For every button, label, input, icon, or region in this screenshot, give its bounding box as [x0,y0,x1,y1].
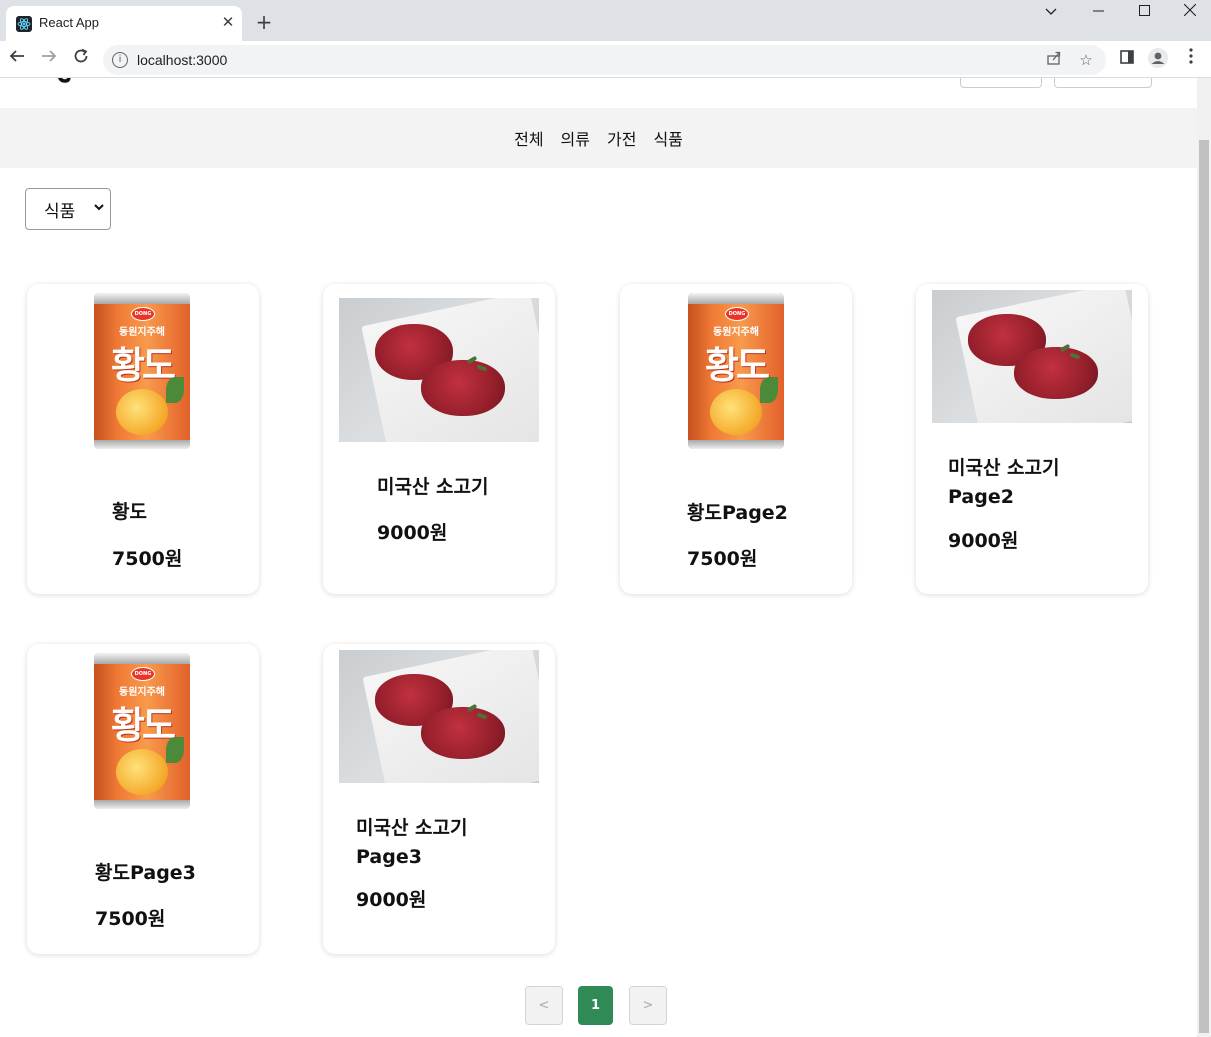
new-tab-plus-icon[interactable]: + [252,10,276,34]
category-all[interactable]: 전체 [514,126,543,150]
back-arrow-icon[interactable] [5,47,29,71]
bookmark-star-icon[interactable]: ☆ [1076,50,1096,70]
beef-steak-image [932,290,1132,423]
address-bar[interactable]: i localhost:3000 ☆ [103,45,1106,75]
site-header [0,78,1197,108]
canned-peach-image: DONG 동원지주해 황도 [94,293,190,449]
page-viewport: 전체 의류 가전 식품 식품 DONG 동원지주해 황도 황도 7500원 미국산 … [0,78,1197,1037]
header-button-right[interactable] [1054,78,1152,88]
product-price: 9000원 [948,530,1019,552]
browser-toolbar: i localhost:3000 ☆ [0,41,1211,78]
product-name: 미국산 소고기 [377,476,489,498]
canned-peach-image: DONG 동원지주해 황도 [94,653,190,809]
product-card[interactable]: 미국산 소고기 Page3 9000원 [323,644,555,954]
category-nav: 전체 의류 가전 식품 [0,108,1197,168]
chevron-down-icon [94,201,104,214]
maximize-icon[interactable] [1124,4,1164,22]
product-name: 황도 [112,501,147,523]
scrollbar-thumb[interactable] [1199,140,1209,1033]
header-button-left[interactable] [960,78,1042,88]
product-price: 9000원 [377,522,448,544]
product-card[interactable]: DONG 동원지주해 황도 황도 7500원 [27,284,259,594]
forward-arrow-icon[interactable] [37,47,61,71]
product-card[interactable]: 미국산 소고기 9000원 [323,284,555,594]
product-card[interactable]: DONG 동원지주해 황도 황도Page2 7500원 [620,284,852,594]
profile-avatar-icon[interactable] [1147,48,1169,70]
product-name: 황도Page3 [95,862,196,884]
tab-search-chevron-icon[interactable] [1031,4,1071,22]
beef-steak-image [339,650,539,783]
product-name: 미국산 소고기 Page3 [356,817,468,868]
product-price: 7500원 [687,548,758,570]
menu-kebab-icon[interactable] [1180,48,1202,70]
category-electronics[interactable]: 가전 [607,126,636,150]
react-favicon-icon [16,16,32,32]
category-clothing[interactable]: 의류 [561,126,590,150]
product-price: 7500원 [95,908,166,930]
product-name: 미국산 소고기 Page2 [948,457,1060,508]
pagination-page-1[interactable]: 1 [578,986,613,1025]
site-logo[interactable] [56,78,72,84]
minimize-icon[interactable] [1078,4,1118,22]
category-select-value: 식품 [44,202,76,222]
vertical-scrollbar[interactable] [1197,78,1211,1037]
reload-icon[interactable] [69,47,93,71]
category-food[interactable]: 식품 [653,126,682,150]
product-price: 9000원 [356,889,427,911]
category-select[interactable]: 식품 [25,188,111,230]
product-price: 7500원 [112,548,183,570]
site-info-icon[interactable]: i [112,52,128,68]
browser-tab[interactable]: React App ✕ [6,6,242,41]
url-text: localhost:3000 [137,52,228,68]
pagination-next-button[interactable]: > [629,986,667,1025]
product-card[interactable]: 미국산 소고기 Page2 9000원 [916,284,1148,594]
beef-steak-image [339,298,539,442]
tab-close-icon[interactable]: ✕ [219,13,237,31]
side-panel-icon[interactable] [1116,48,1138,70]
close-window-icon[interactable] [1170,3,1210,22]
tab-title: React App [39,15,99,30]
product-card[interactable]: DONG 동원지주해 황도 황도Page3 7500원 [27,644,259,954]
tab-strip: React App ✕ + [0,0,1211,41]
canned-peach-image: DONG 동원지주해 황도 [688,293,784,449]
product-name: 황도Page2 [687,502,788,524]
pagination-prev-button[interactable]: < [525,986,563,1025]
share-icon[interactable] [1044,50,1064,70]
